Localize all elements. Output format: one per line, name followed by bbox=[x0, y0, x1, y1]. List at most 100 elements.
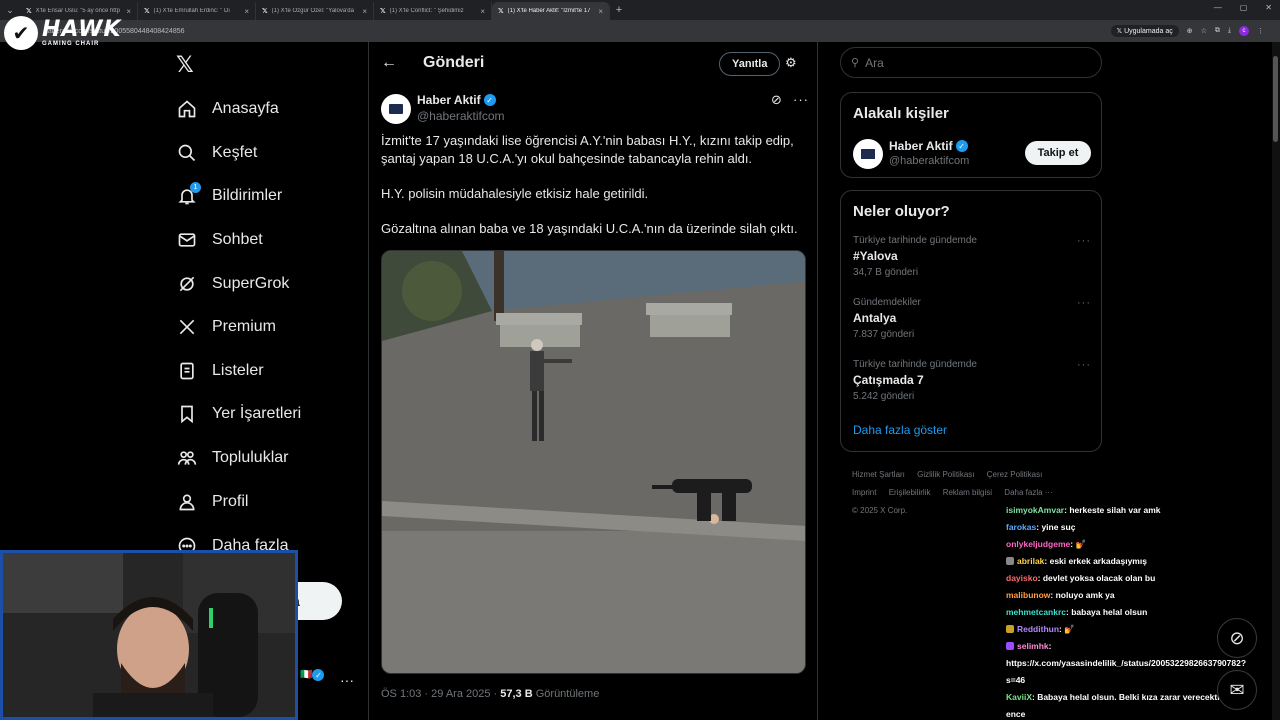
show-more-link[interactable]: Daha fazla göster bbox=[853, 423, 947, 437]
messages-float-button[interactable]: ✉ bbox=[1217, 670, 1257, 710]
search-input[interactable]: ⚲ Ara bbox=[840, 47, 1102, 78]
verified-icon: ✓ bbox=[955, 140, 968, 152]
nav-item-chat[interactable]: Sohbet bbox=[176, 225, 263, 255]
browser-tab-active[interactable]: 𝕏 (1) X'te Haber Aktif: "İzmit'te 17 × bbox=[492, 2, 610, 20]
home-icon bbox=[176, 98, 198, 120]
nav-item-explore[interactable]: Keşfet bbox=[176, 138, 257, 168]
nav-item-profile[interactable]: Profil bbox=[176, 487, 248, 517]
grok-icon[interactable]: ⊘ bbox=[771, 92, 782, 108]
close-tab-icon[interactable]: × bbox=[126, 7, 131, 16]
follow-button[interactable]: Takip et bbox=[1025, 141, 1091, 165]
browser-tab-bar: ⌄ 𝕏 X'te Ensar Uslu: "5 ay önce http × 𝕏 (1… bbox=[0, 0, 1280, 20]
post-paragraph: Gözaltına alınan baba ve 18 yaşındaki U.… bbox=[381, 221, 798, 236]
search-icon: ⚲ bbox=[851, 57, 860, 69]
related-avatar[interactable] bbox=[853, 139, 883, 169]
zoom-icon[interactable]: ⊕ bbox=[1187, 27, 1193, 35]
close-window-icon[interactable]: ✕ bbox=[1265, 3, 1272, 12]
close-tab-icon[interactable]: × bbox=[598, 7, 603, 16]
x-favicon-icon: 𝕏 bbox=[26, 8, 32, 15]
tv-icon bbox=[389, 104, 403, 114]
x-logo-icon[interactable]: 𝕏 bbox=[176, 52, 194, 78]
account-more-icon[interactable]: ··· bbox=[340, 672, 354, 688]
webcam-overlay bbox=[0, 550, 298, 720]
close-tab-icon[interactable]: × bbox=[480, 7, 485, 16]
nav-item-notifications[interactable]: 1 Bildirimler bbox=[176, 181, 282, 211]
minimize-icon[interactable]: — bbox=[1214, 3, 1222, 12]
footer-link[interactable]: Daha fazla ··· bbox=[1004, 488, 1052, 497]
trend-more-icon[interactable]: ··· bbox=[1077, 359, 1091, 371]
post-meta: ÖS 1:03 · 29 Ara 2025 · 57,3 B Görüntüle… bbox=[381, 688, 600, 700]
mail-icon bbox=[176, 229, 198, 251]
trend-item[interactable]: Türkiye tarihinde gündemde Çatışmada 7 5… bbox=[853, 359, 1091, 402]
video-frame-scene bbox=[382, 251, 805, 673]
browser-menu-icon[interactable]: ⋮ bbox=[1257, 27, 1264, 35]
browser-profile-avatar[interactable]: c bbox=[1239, 26, 1249, 36]
mail-icon: ✉ bbox=[1229, 679, 1245, 700]
x-favicon-icon: 𝕏 bbox=[498, 8, 504, 15]
x-favicon-icon: 𝕏 bbox=[380, 8, 386, 15]
browser-tab[interactable]: 𝕏 (1) X'te Özgür Özel: "Yalova'da × bbox=[256, 2, 374, 20]
author-avatar[interactable] bbox=[381, 94, 411, 124]
address-bar[interactable]: haberaktifcom/status/2005580448408424856… bbox=[0, 20, 1280, 42]
nav-item-lists[interactable]: Listeler bbox=[176, 356, 264, 386]
trend-more-icon[interactable]: ··· bbox=[1077, 297, 1091, 309]
post-video[interactable] bbox=[381, 250, 806, 674]
footer-link[interactable]: Çerez Politikası bbox=[987, 470, 1043, 479]
nav-item-premium[interactable]: Premium bbox=[176, 312, 276, 342]
nav-item-home[interactable]: Anasayfa bbox=[176, 94, 279, 124]
related-people-card: Alakalı kişiler Haber Aktif ✓ @haberaktif… bbox=[840, 92, 1102, 178]
footer-link[interactable]: Reklam bilgisi bbox=[943, 488, 992, 497]
chat-badge-icon bbox=[1006, 557, 1014, 565]
footer-link[interactable]: Imprint bbox=[852, 488, 876, 497]
related-name[interactable]: Haber Aktif ✓ bbox=[889, 139, 968, 153]
communities-icon bbox=[176, 447, 198, 469]
back-arrow-icon[interactable]: ← bbox=[381, 54, 397, 72]
list-icon bbox=[176, 360, 198, 382]
post-more-icon[interactable]: ··· bbox=[793, 92, 809, 107]
nav-label: SuperGrok bbox=[212, 275, 290, 292]
nav-label: Yer İşaretleri bbox=[212, 405, 302, 422]
related-handle[interactable]: @haberaktifcom bbox=[889, 155, 969, 167]
browser-tab[interactable]: 𝕏 (1) X'te Conflict: " Şehidimiz × bbox=[374, 2, 492, 20]
chat-message: abrilak: eski erkek arkadaşıymış bbox=[1006, 553, 1278, 570]
close-tab-icon[interactable]: × bbox=[362, 7, 367, 16]
footer-link[interactable]: Gizlilik Politikası bbox=[917, 470, 974, 479]
page-scrollbar[interactable] bbox=[1272, 42, 1280, 720]
notification-badge: 1 bbox=[190, 182, 201, 193]
grok-float-button[interactable]: ⊘ bbox=[1217, 618, 1257, 658]
reply-button[interactable]: Yanıtla bbox=[719, 52, 781, 76]
reply-settings-icon[interactable]: ⚙ bbox=[785, 55, 797, 71]
footer-link[interactable]: Hizmet Şartları bbox=[852, 470, 905, 479]
footer-link[interactable]: Erişilebilirlik bbox=[889, 488, 931, 497]
trends-title: Neler oluyor? bbox=[853, 203, 950, 220]
chat-message: isimyokAmvar: herkeste silah var amk bbox=[1006, 505, 1161, 515]
author-handle[interactable]: @haberaktifcom bbox=[417, 109, 505, 123]
open-in-app-button[interactable]: 𝕏 Uygulamada aç bbox=[1110, 25, 1179, 37]
profile-icon bbox=[176, 491, 198, 513]
trend-more-icon[interactable]: ··· bbox=[1077, 235, 1091, 247]
nav-label: Sohbet bbox=[212, 231, 263, 248]
nav-item-bookmarks[interactable]: Yer İşaretleri bbox=[176, 399, 301, 429]
trend-item[interactable]: Gündemdekiler Antalya 7.837 gönderi ··· bbox=[853, 297, 1091, 340]
close-tab-icon[interactable]: × bbox=[244, 7, 249, 16]
extensions-icon[interactable]: ⧉ bbox=[1215, 27, 1220, 35]
chat-badge-icon bbox=[1006, 642, 1014, 650]
chat-message: farokas: yine suç bbox=[1006, 522, 1076, 532]
author-name[interactable]: Haber Aktif ✓ bbox=[417, 93, 496, 107]
main-column: ← Gönderi Yanıtla ⚙ Haber Aktif ✓ @habera… bbox=[368, 42, 818, 720]
browser-tab[interactable]: 𝕏 (1) X'te Emrullah Erdinc: " Dı × bbox=[138, 2, 256, 20]
star-icon[interactable]: ☆ bbox=[1201, 27, 1207, 35]
trend-item[interactable]: Türkiye tarihinde gündemde #Yalova 34,7 … bbox=[853, 235, 1091, 278]
post-text: İzmit'te 17 yaşındaki lise öğrencisi A.Y… bbox=[381, 132, 801, 255]
nav-item-communities[interactable]: Topluluklar bbox=[176, 443, 288, 473]
nav-item-supergrok[interactable]: SuperGrok bbox=[176, 269, 289, 299]
bookmark-icon bbox=[176, 403, 198, 425]
download-icon[interactable]: ⤓ bbox=[1228, 27, 1231, 35]
nav-label: Bildirimler bbox=[212, 187, 283, 204]
hawk-emblem-icon: ✔ bbox=[4, 16, 38, 50]
maximize-icon[interactable]: ▢ bbox=[1240, 3, 1248, 12]
verified-icon: ✓ bbox=[483, 94, 496, 106]
page-title: Gönderi bbox=[423, 54, 485, 71]
new-tab-button[interactable]: + bbox=[610, 4, 628, 16]
scroll-thumb[interactable] bbox=[1273, 56, 1278, 142]
